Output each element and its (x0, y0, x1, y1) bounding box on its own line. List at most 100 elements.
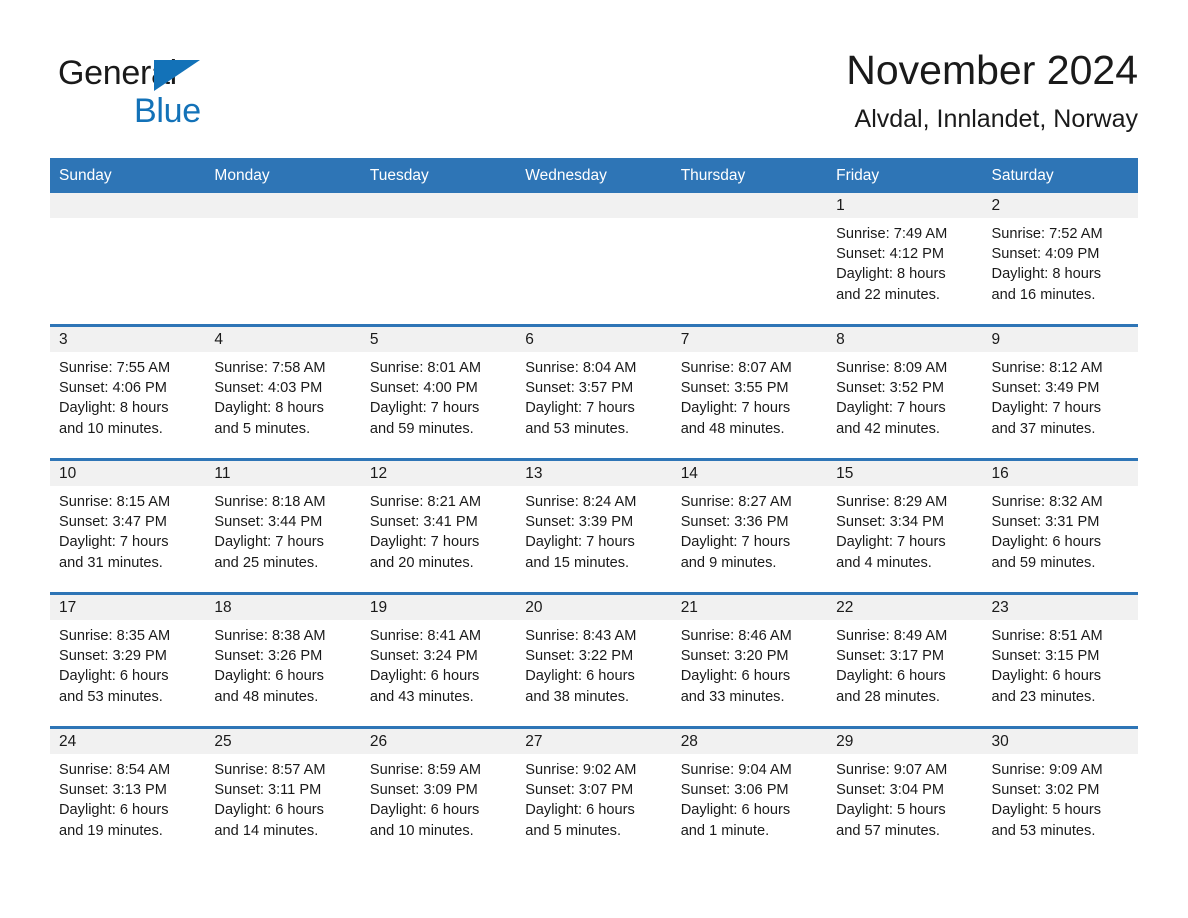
day-cell[interactable]: 2 Sunrise: 7:52 AM Sunset: 4:09 PM Daylight… (982, 193, 1138, 326)
daylight-text-line2: and 4 minutes. (836, 554, 932, 571)
daylight-text-line2: and 15 minutes. (525, 554, 630, 571)
day-cell[interactable]: 21 Sunrise: 8:46 AM Sunset: 3:20 PM Dayligh… (671, 592, 828, 728)
day-cell[interactable]: 9 Sunrise: 8:12 AM Sunset: 3:49 PM Daylight… (982, 324, 1138, 460)
day-number: 21 (671, 595, 828, 620)
day-cell[interactable]: 27 Sunrise: 9:02 AM Sunset: 3:07 PM Dayligh… (516, 726, 672, 860)
day-cell[interactable]: 17 Sunrise: 8:35 AM Sunset: 3:29 PM Dayligh… (50, 592, 206, 728)
day-cell[interactable] (671, 193, 828, 326)
sunset-text: Sunset: 4:00 PM (369, 380, 478, 397)
page-header: General Blue November 2024 Alvdal, Innla… (50, 44, 1138, 148)
daylight-text-line2: and 5 minutes. (214, 420, 311, 437)
sunrise-text: Sunrise: 8:04 AM (525, 360, 637, 376)
day-cell[interactable]: 8 Sunrise: 8:09 AM Sunset: 3:52 PM Daylight… (827, 324, 983, 460)
day-cell[interactable]: 13 Sunrise: 8:24 AM Sunset: 3:39 PM Dayligh… (516, 458, 672, 594)
day-number (516, 193, 672, 218)
day-cell[interactable]: 19 Sunrise: 8:41 AM Sunset: 3:24 PM Dayligh… (360, 592, 517, 728)
weekday-header-row: Sunday Monday Tuesday Wednesday Thursday… (50, 158, 1138, 193)
sunset-text: Sunset: 3:34 PM (836, 514, 945, 531)
daylight-text-line2: and 53 minutes. (59, 688, 163, 705)
daylight-text-line1: Daylight: 7 hours (991, 400, 1102, 417)
sunset-text: Sunset: 4:09 PM (991, 246, 1100, 263)
daylight-text-line1: Daylight: 8 hours (991, 266, 1102, 283)
sunset-text: Sunset: 3:39 PM (525, 514, 634, 531)
daylight-text-line1: Daylight: 6 hours (991, 534, 1102, 551)
sunset-text: Sunset: 3:41 PM (369, 514, 478, 531)
day-cell[interactable]: 30 Sunrise: 9:09 AM Sunset: 3:02 PM Dayligh… (982, 726, 1138, 860)
week-row: 10 Sunrise: 8:15 AM Sunset: 3:47 PM Dayligh… (50, 458, 1138, 594)
day-number: 3 (50, 327, 206, 352)
sunset-text: Sunset: 3:20 PM (680, 648, 789, 665)
daylight-text-line2: and 16 minutes. (991, 286, 1096, 303)
day-cell[interactable]: 3 Sunrise: 7:55 AM Sunset: 4:06 PM Daylight… (50, 324, 206, 460)
daylight-text-line1: Daylight: 6 hours (680, 802, 791, 819)
day-cell[interactable] (50, 193, 206, 326)
sunrise-text: Sunrise: 9:04 AM (680, 762, 792, 778)
daylight-text-line2: and 33 minutes. (680, 688, 785, 705)
day-cell[interactable]: 16 Sunrise: 8:32 AM Sunset: 3:31 PM Dayligh… (982, 458, 1138, 594)
day-number: 17 (50, 595, 206, 620)
sunrise-text: Sunrise: 8:57 AM (214, 762, 326, 778)
daylight-text-line2: and 53 minutes. (991, 822, 1096, 839)
day-cell[interactable] (360, 193, 517, 326)
daylight-text-line1: Daylight: 7 hours (525, 400, 635, 417)
logo-text-blue: Blue (134, 92, 201, 130)
daylight-text-line2: and 48 minutes. (214, 688, 319, 705)
daylight-text-line2: and 10 minutes. (59, 420, 163, 437)
sunrise-text: Sunrise: 8:12 AM (991, 360, 1103, 376)
day-cell[interactable]: 10 Sunrise: 8:15 AM Sunset: 3:47 PM Dayligh… (50, 458, 206, 594)
page-title: November 2024 (846, 47, 1138, 93)
day-cell[interactable]: 28 Sunrise: 9:04 AM Sunset: 3:06 PM Dayligh… (671, 726, 828, 860)
sunset-text: Sunset: 3:29 PM (59, 648, 167, 665)
day-cell[interactable]: 11 Sunrise: 8:18 AM Sunset: 3:44 PM Dayligh… (205, 458, 361, 594)
sunrise-text: Sunrise: 8:54 AM (59, 762, 171, 778)
sunrise-text: Sunrise: 8:35 AM (59, 628, 171, 644)
daylight-text-line2: and 28 minutes. (836, 688, 940, 705)
day-cell[interactable] (205, 193, 361, 326)
daylight-text-line1: Daylight: 6 hours (525, 802, 635, 819)
day-cell[interactable]: 18 Sunrise: 8:38 AM Sunset: 3:26 PM Dayligh… (205, 592, 361, 728)
day-cell[interactable]: 7 Sunrise: 8:07 AM Sunset: 3:55 PM Daylight… (671, 324, 828, 460)
sunset-text: Sunset: 3:15 PM (991, 648, 1100, 665)
sunset-text: Sunset: 3:52 PM (836, 380, 945, 397)
daylight-text-line2: and 22 minutes. (836, 286, 940, 303)
day-cell[interactable]: 25 Sunrise: 8:57 AM Sunset: 3:11 PM Dayligh… (205, 726, 361, 860)
day-cell[interactable]: 22 Sunrise: 8:49 AM Sunset: 3:17 PM Dayligh… (827, 592, 983, 728)
daylight-text-line2: and 19 minutes. (59, 822, 163, 839)
day-cell[interactable]: 26 Sunrise: 8:59 AM Sunset: 3:09 PM Dayligh… (360, 726, 517, 860)
day-cell[interactable]: 14 Sunrise: 8:27 AM Sunset: 3:36 PM Dayligh… (671, 458, 828, 594)
general-blue-logo[interactable]: General Blue (58, 54, 358, 140)
sunrise-text: Sunrise: 8:27 AM (680, 494, 792, 510)
day-number (671, 193, 828, 218)
day-cell[interactable]: 23 Sunrise: 8:51 AM Sunset: 3:15 PM Dayligh… (982, 592, 1138, 728)
daylight-text-line2: and 31 minutes. (59, 554, 163, 571)
day-cell[interactable]: 24 Sunrise: 8:54 AM Sunset: 3:13 PM Dayligh… (50, 726, 206, 860)
sunset-text: Sunset: 3:04 PM (836, 782, 945, 799)
sunset-text: Sunset: 3:55 PM (680, 380, 789, 397)
page-subtitle: Alvdal, Innlandet, Norway (854, 105, 1138, 133)
day-cell[interactable]: 4 Sunrise: 7:58 AM Sunset: 4:03 PM Daylight… (205, 324, 361, 460)
day-number: 1 (827, 193, 983, 218)
weekday-header-saturday: Saturday (982, 158, 1138, 193)
day-cell[interactable]: 1 Sunrise: 7:49 AM Sunset: 4:12 PM Daylight… (827, 193, 983, 326)
day-cell[interactable]: 6 Sunrise: 8:04 AM Sunset: 3:57 PM Daylight… (516, 324, 672, 460)
day-cell[interactable] (516, 193, 672, 326)
day-number: 8 (827, 327, 983, 352)
day-cell[interactable]: 29 Sunrise: 9:07 AM Sunset: 3:04 PM Dayligh… (827, 726, 983, 860)
day-cell[interactable]: 20 Sunrise: 8:43 AM Sunset: 3:22 PM Dayligh… (516, 592, 672, 728)
sunrise-text: Sunrise: 9:07 AM (836, 762, 948, 778)
day-cell[interactable]: 15 Sunrise: 8:29 AM Sunset: 3:34 PM Dayligh… (827, 458, 983, 594)
sunrise-text: Sunrise: 7:55 AM (59, 360, 171, 376)
day-cell[interactable]: 12 Sunrise: 8:21 AM Sunset: 3:41 PM Dayligh… (360, 458, 517, 594)
daylight-text-line2: and 10 minutes. (369, 822, 474, 839)
daylight-text-line1: Daylight: 6 hours (991, 668, 1102, 685)
sunset-text: Sunset: 3:44 PM (214, 514, 323, 531)
daylight-text-line2: and 43 minutes. (369, 688, 474, 705)
day-cell[interactable]: 5 Sunrise: 8:01 AM Sunset: 4:00 PM Daylight… (360, 324, 517, 460)
day-number: 19 (360, 595, 517, 620)
daylight-text-line2: and 42 minutes. (836, 420, 940, 437)
sunrise-text: Sunrise: 8:09 AM (836, 360, 948, 376)
calendar-body: 1 Sunrise: 7:49 AM Sunset: 4:12 PM Daylight… (50, 193, 1138, 860)
daylight-text-line1: Daylight: 8 hours (836, 266, 946, 283)
daylight-text-line1: Daylight: 7 hours (214, 534, 324, 551)
weekday-header-tuesday: Tuesday (360, 158, 517, 193)
